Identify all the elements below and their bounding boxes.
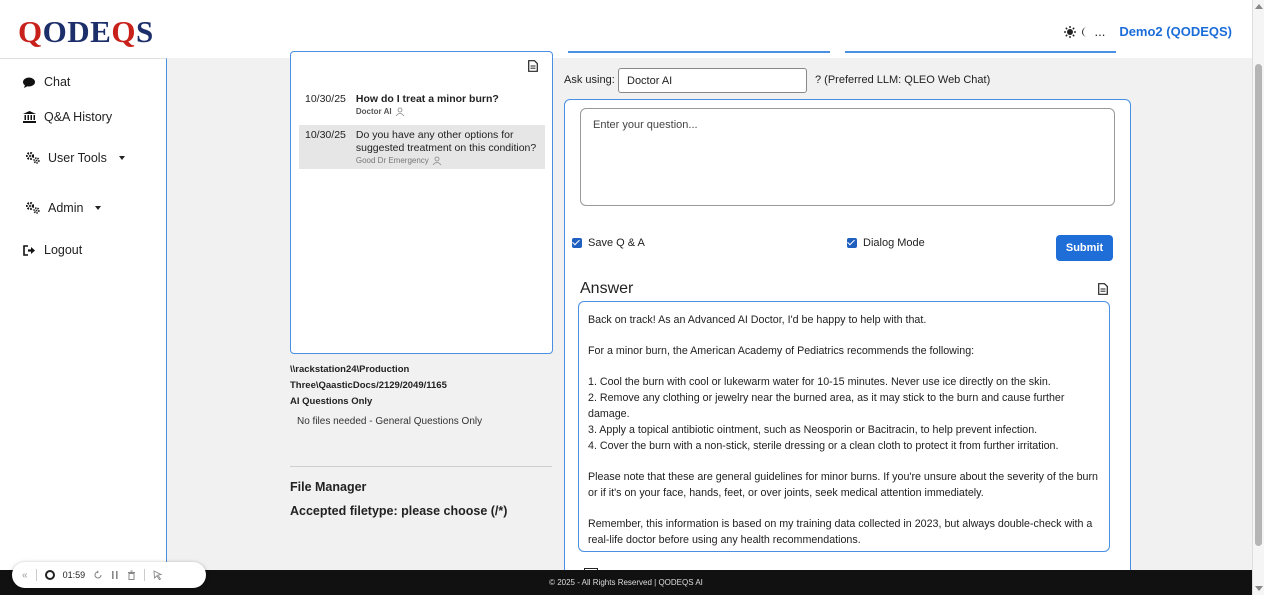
- document-icon[interactable]: [528, 60, 538, 75]
- logout-icon: [22, 243, 36, 257]
- ask-using-label: Ask using:: [564, 74, 615, 86]
- tab-strip: [568, 51, 1116, 53]
- screen-recorder-widget: « 01:59: [12, 562, 206, 588]
- theme-toggle[interactable]: ...: [1064, 24, 1105, 39]
- copyright-text: © 2025 - All Rights Reserved | QODEQS AI: [549, 578, 703, 587]
- collapse-icon[interactable]: «: [22, 570, 28, 581]
- sidebar-item-logout[interactable]: Logout: [22, 243, 82, 257]
- history-entry-selected[interactable]: 10/30/25 Do you have any other options f…: [299, 125, 545, 169]
- qodeqs-logo[interactable]: QODEQS: [18, 14, 154, 50]
- history-source: Doctor AI: [356, 107, 499, 116]
- users-icon: [395, 107, 404, 116]
- page-scrollbar[interactable]: [1252, 0, 1264, 595]
- users-icon: [432, 156, 442, 165]
- dialog-mode-checkbox[interactable]: Dialog Mode: [847, 237, 925, 249]
- chevron-down-icon: [118, 156, 125, 160]
- separator: [144, 569, 146, 581]
- cursor-icon[interactable]: [153, 570, 163, 580]
- sidebar-item-user-tools[interactable]: User Tools: [26, 151, 125, 165]
- gears-icon: [26, 151, 40, 165]
- checkbox-checked-icon[interactable]: [847, 238, 857, 248]
- storage-path: \\rackstation24\Production Three\Qaastic…: [290, 364, 447, 391]
- save-qa-checkbox[interactable]: Save Q & A: [572, 237, 645, 249]
- sidebar-item-label: Admin: [48, 201, 84, 215]
- answer-text: Back on track! As an Advanced AI Doctor,…: [578, 301, 1110, 552]
- theme-ellipsis: ...: [1094, 24, 1106, 39]
- history-question: How do I treat a minor burn?: [355, 93, 499, 105]
- no-files-note: No files needed - General Questions Only: [297, 416, 483, 427]
- sidebar-item-label: Q&A History: [44, 110, 113, 124]
- answer-title: Answer: [580, 280, 634, 297]
- recording-time: 01:59: [62, 570, 86, 580]
- sidebar-item-label: Chat: [44, 75, 71, 89]
- history-entry[interactable]: 10/30/25 How do I treat a minor burn? Do…: [299, 89, 545, 120]
- separator: [35, 569, 37, 581]
- model-select[interactable]: Doctor AI: [618, 68, 807, 93]
- answer-paragraph: Remember, this information is based on m…: [588, 518, 1093, 546]
- answer-paragraph: For a minor burn, the American Academy o…: [588, 345, 975, 357]
- moon-icon: [1082, 26, 1088, 37]
- answer-step: 2. Remove any clothing or jewelry near t…: [588, 392, 1065, 420]
- submit-button[interactable]: Submit: [1056, 235, 1113, 261]
- answer-step: 3. Apply a topical antibiotic ointment, …: [588, 424, 1038, 436]
- sidebar-item-label: User Tools: [48, 151, 107, 165]
- sidebar-item-qa-history[interactable]: Q&A History: [22, 110, 112, 124]
- sidebar-item-label: Logout: [44, 243, 83, 257]
- answer-step: 1. Cool the burn with cool or lukewarm w…: [588, 376, 1051, 388]
- user-account-link[interactable]: Demo2 (QODEQS): [1119, 24, 1232, 39]
- qa-history-panel: 10/30/25 How do I treat a minor burn? Do…: [290, 51, 553, 354]
- gears-icon: [26, 201, 40, 215]
- restart-icon[interactable]: [93, 570, 103, 580]
- query-mode: AI Questions Only: [290, 396, 373, 407]
- answer-step: 4. Cover the burn with a non-stick, ster…: [588, 440, 1059, 452]
- document-icon[interactable]: [1098, 283, 1108, 298]
- history-date: 10/30/25: [305, 129, 346, 141]
- top-right-controls: ... Demo2 (QODEQS): [1064, 24, 1232, 39]
- pause-icon[interactable]: [111, 570, 119, 580]
- answer-paragraph: Back on track! As an Advanced AI Doctor,…: [588, 314, 927, 326]
- tab-indicator[interactable]: [568, 51, 830, 53]
- scroll-down-icon[interactable]: [1255, 586, 1263, 591]
- sidebar-item-chat[interactable]: Chat: [22, 75, 70, 89]
- chat-panel: Enter your question... Save Q & A Dialog…: [564, 99, 1131, 574]
- sidebar: Chat Q&A History User Tools Admin Logout: [0, 58, 167, 570]
- dialog-mode-label: Dialog Mode: [863, 237, 925, 249]
- record-icon[interactable]: [44, 570, 55, 580]
- history-source-label: Good Dr Emergency: [355, 156, 429, 165]
- checkbox-checked-icon[interactable]: [572, 238, 582, 248]
- scroll-up-icon[interactable]: [1255, 4, 1263, 9]
- accepted-filetype: Accepted filetype: please choose (/*): [290, 504, 508, 518]
- history-question: Do you have any other options for sugges…: [355, 129, 537, 154]
- history-date: 10/30/25: [305, 93, 346, 105]
- file-manager-title: File Manager: [290, 480, 367, 494]
- question-input[interactable]: Enter your question...: [580, 108, 1115, 206]
- tab-indicator[interactable]: [845, 51, 1116, 53]
- sidebar-item-admin[interactable]: Admin: [26, 201, 102, 215]
- file-path-info: \\rackstation24\Production Three\Qaastic…: [290, 362, 552, 410]
- section-divider: [290, 466, 552, 467]
- history-source-label: Doctor AI: [355, 107, 392, 116]
- scroll-thumb[interactable]: [1255, 64, 1262, 546]
- sun-icon: [1064, 25, 1077, 38]
- answer-paragraph: Please note that these are general guide…: [588, 471, 1099, 499]
- chevron-down-icon: [95, 206, 102, 210]
- save-qa-label: Save Q & A: [588, 237, 645, 249]
- top-bar: QODEQS ... Demo2 (QODEQS): [0, 0, 1252, 58]
- trash-icon[interactable]: [127, 570, 136, 580]
- bank-icon: [22, 110, 36, 124]
- chat-bubble-icon: [22, 75, 36, 89]
- history-source: Good Dr Emergency: [356, 156, 539, 165]
- preferred-llm-note: ? (Preferred LLM: QLEO Web Chat): [815, 74, 991, 86]
